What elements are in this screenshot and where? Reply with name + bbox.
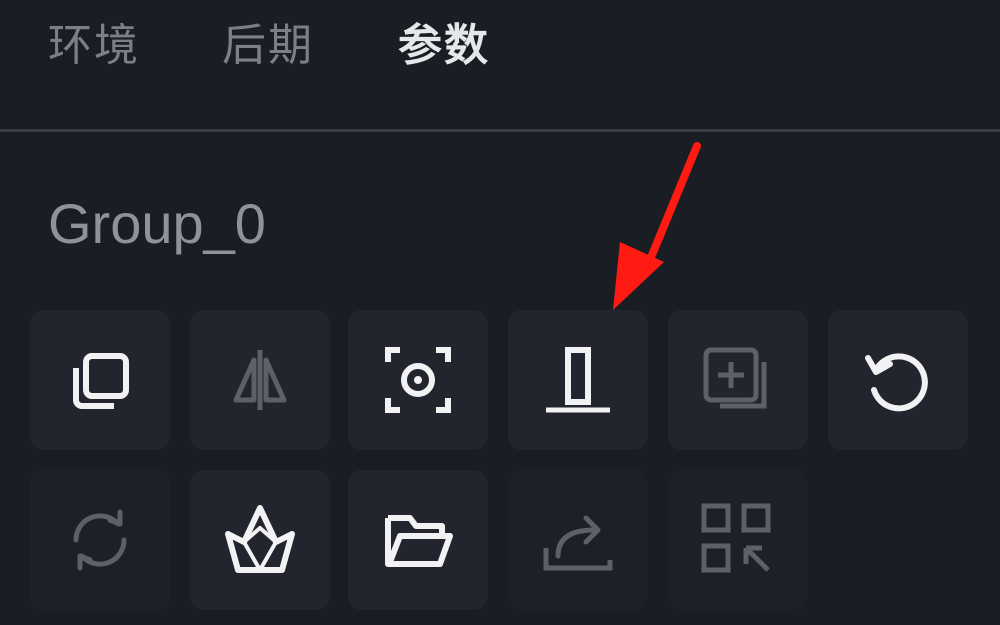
undo-button[interactable] (828, 310, 968, 450)
tab-divider (0, 129, 1000, 132)
layers-icon (73, 353, 129, 409)
align-bottom-icon (546, 347, 610, 413)
sync-icon (73, 509, 127, 571)
tab-post[interactable]: 后期 (222, 14, 314, 78)
folder-button[interactable] (348, 470, 488, 610)
tab-environment[interactable]: 环境 (48, 14, 140, 78)
focus-target-button[interactable] (348, 310, 488, 450)
focus-target-icon (385, 347, 451, 413)
layers-button[interactable] (30, 310, 170, 450)
crystal-icon (225, 505, 295, 573)
export-button[interactable] (508, 470, 648, 610)
sync-button[interactable] (30, 470, 170, 610)
export-icon (543, 515, 613, 571)
folder-icon (385, 515, 453, 567)
mirror-icon (233, 350, 287, 410)
tab-params[interactable]: 参数 (398, 14, 490, 78)
undo-icon (865, 353, 928, 412)
crystal-button[interactable] (190, 470, 330, 610)
add-layer-icon (703, 347, 767, 409)
tab-bar: 环境 后期 参数 (0, 0, 1000, 130)
mirror-button[interactable] (190, 310, 330, 450)
group-title: Group_0 (48, 192, 266, 255)
add-layer-button[interactable] (668, 310, 808, 450)
align-bottom-button[interactable] (508, 310, 648, 450)
qr-grid-icon (701, 503, 771, 573)
qr-grid-button[interactable] (668, 470, 808, 610)
